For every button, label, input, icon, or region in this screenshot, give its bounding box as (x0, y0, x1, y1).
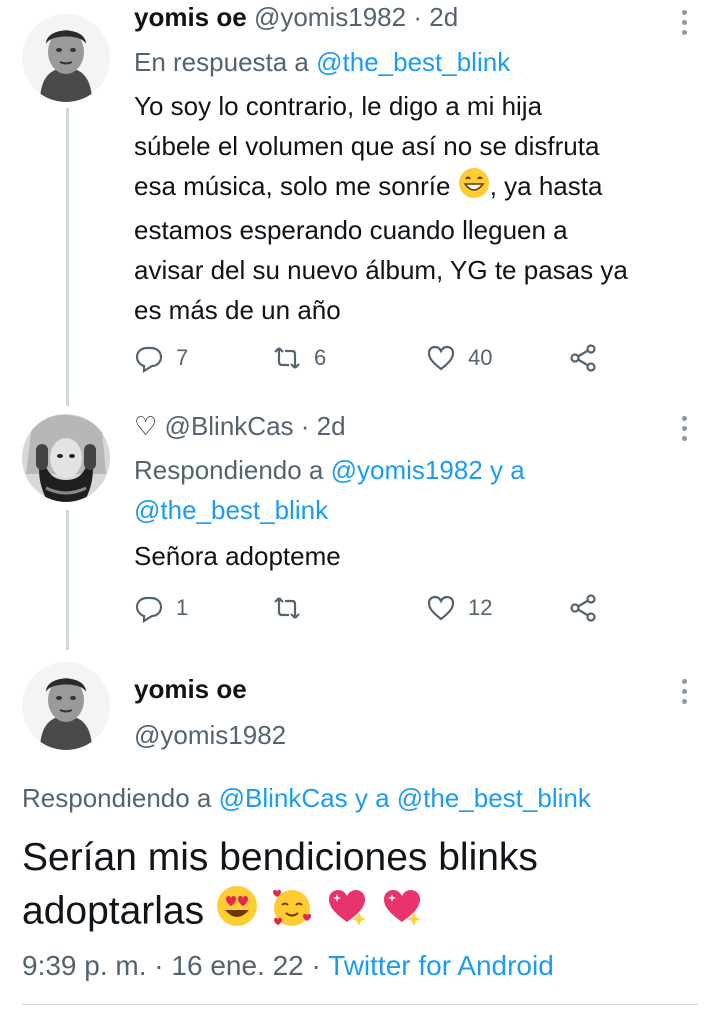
separator: · (300, 411, 310, 441)
text-line: estamos esperando cuando lleguen a (134, 214, 568, 245)
reply-joiner[interactable]: y a (355, 783, 390, 813)
retweet-button[interactable]: 6 (272, 340, 326, 376)
reply-prefix: En respuesta a (134, 47, 309, 77)
text-line: súbele el volumen que así no se disfruta (134, 131, 600, 161)
share-button[interactable] (568, 340, 598, 376)
share-icon (570, 594, 596, 622)
avatar[interactable] (22, 14, 110, 102)
more-options-icon[interactable] (674, 677, 694, 707)
text-segment: adoptarlas (22, 889, 205, 933)
tweet-text: Yo soy lo contrario, le digo a mi hija s… (134, 86, 694, 330)
retweet-icon (274, 347, 300, 369)
avatar[interactable] (22, 414, 110, 502)
main-tweet-text: Serían mis bendiciones blinks adoptarlas (22, 832, 538, 942)
grinning-emoji-icon (458, 167, 490, 210)
author-handle[interactable]: @BlinkCas (165, 411, 294, 441)
text-line: avisar del su nuevo álbum, YG te pasas y… (134, 254, 628, 285)
mention-link[interactable]: @the_best_blink (397, 783, 591, 813)
reply-count: 7 (176, 345, 189, 370)
reply-joiner[interactable]: y a (490, 455, 525, 485)
share-icon (570, 344, 596, 372)
mention-link[interactable]: @the_best_blink (316, 47, 510, 77)
tweet-text: Señora adopteme (134, 541, 341, 571)
heart-eyes-emoji-icon (215, 884, 259, 942)
reply-button[interactable]: 1 (134, 590, 188, 626)
retweet-icon (274, 597, 300, 619)
tweet-date[interactable]: 16 ene. 22 (171, 950, 303, 981)
source-link[interactable]: Twitter for Android (328, 950, 554, 981)
author-handle[interactable]: @yomis1982 (134, 720, 286, 751)
mention-link[interactable]: @yomis1982 (331, 455, 483, 485)
timestamp[interactable]: 2d (429, 2, 458, 32)
text-segment: esa música, solo me sonríe (134, 171, 451, 201)
tweet-actions: 7 6 40 (134, 340, 614, 376)
heart-icon (427, 345, 455, 371)
sparkling-heart-emoji-icon (325, 884, 369, 942)
reply-count: 1 (176, 595, 189, 620)
divider (22, 1004, 698, 1005)
reply-context: Respondiendo a @BlinkCas y a @the_best_b… (22, 778, 591, 818)
retweet-button[interactable] (272, 590, 314, 626)
reply-prefix: Respondiendo a (22, 783, 212, 813)
tweet-header: ♡ @BlinkCas · 2d (134, 411, 346, 442)
tweet-header: yomis oe @yomis1982 · 2d (134, 2, 458, 33)
reply-button[interactable]: 7 (134, 340, 188, 376)
text-line: Serían mis bendiciones blinks (22, 836, 538, 879)
avatar[interactable] (22, 662, 110, 750)
reply-icon (135, 346, 163, 373)
more-options-icon[interactable] (674, 414, 694, 444)
tweet-actions: 1 12 (134, 590, 614, 626)
reply-context: En respuesta a @the_best_blink (134, 42, 510, 82)
tweet-time[interactable]: 9:39 p. m. (22, 950, 147, 981)
mention-link[interactable]: @BlinkCas (219, 783, 348, 813)
text-line: es más de un año (134, 294, 341, 325)
smiling-hearts-emoji-icon (270, 884, 314, 942)
separator: · (154, 950, 164, 981)
heart-glyph-icon: ♡ (134, 411, 158, 441)
more-options-icon[interactable] (674, 8, 694, 38)
timestamp[interactable]: 2d (317, 411, 346, 441)
like-count: 40 (468, 345, 493, 370)
thread-line (66, 108, 69, 406)
heart-icon (427, 595, 455, 621)
share-button[interactable] (568, 590, 598, 626)
like-button[interactable]: 12 (426, 590, 492, 626)
separator: · (413, 2, 422, 32)
text-segment: , ya hasta (489, 171, 603, 201)
reply-prefix: Respondiendo a (134, 455, 324, 485)
sparkling-heart-emoji-icon (380, 884, 424, 942)
author-name[interactable]: yomis oe (134, 674, 247, 705)
separator: · (311, 950, 321, 981)
text-line: esa música, solo me sonríe , ya hasta (134, 166, 694, 210)
mention-link[interactable]: @the_best_blink (134, 490, 525, 530)
retweet-count: 6 (314, 345, 327, 370)
like-button[interactable]: 40 (426, 340, 492, 376)
text-line: adoptarlas (22, 884, 538, 942)
reply-icon (135, 596, 163, 623)
author-handle[interactable]: @yomis1982 (254, 2, 406, 32)
tweet-meta: 9:39 p. m. · 16 ene. 22 · Twitter for An… (22, 950, 554, 982)
reply-context: Respondiendo a @yomis1982 y a @the_best_… (134, 450, 525, 530)
author-name[interactable]: yomis oe (134, 2, 247, 32)
like-count: 12 (468, 595, 493, 620)
text-line: Yo soy lo contrario, le digo a mi hija (134, 91, 543, 121)
thread-line (66, 510, 69, 650)
